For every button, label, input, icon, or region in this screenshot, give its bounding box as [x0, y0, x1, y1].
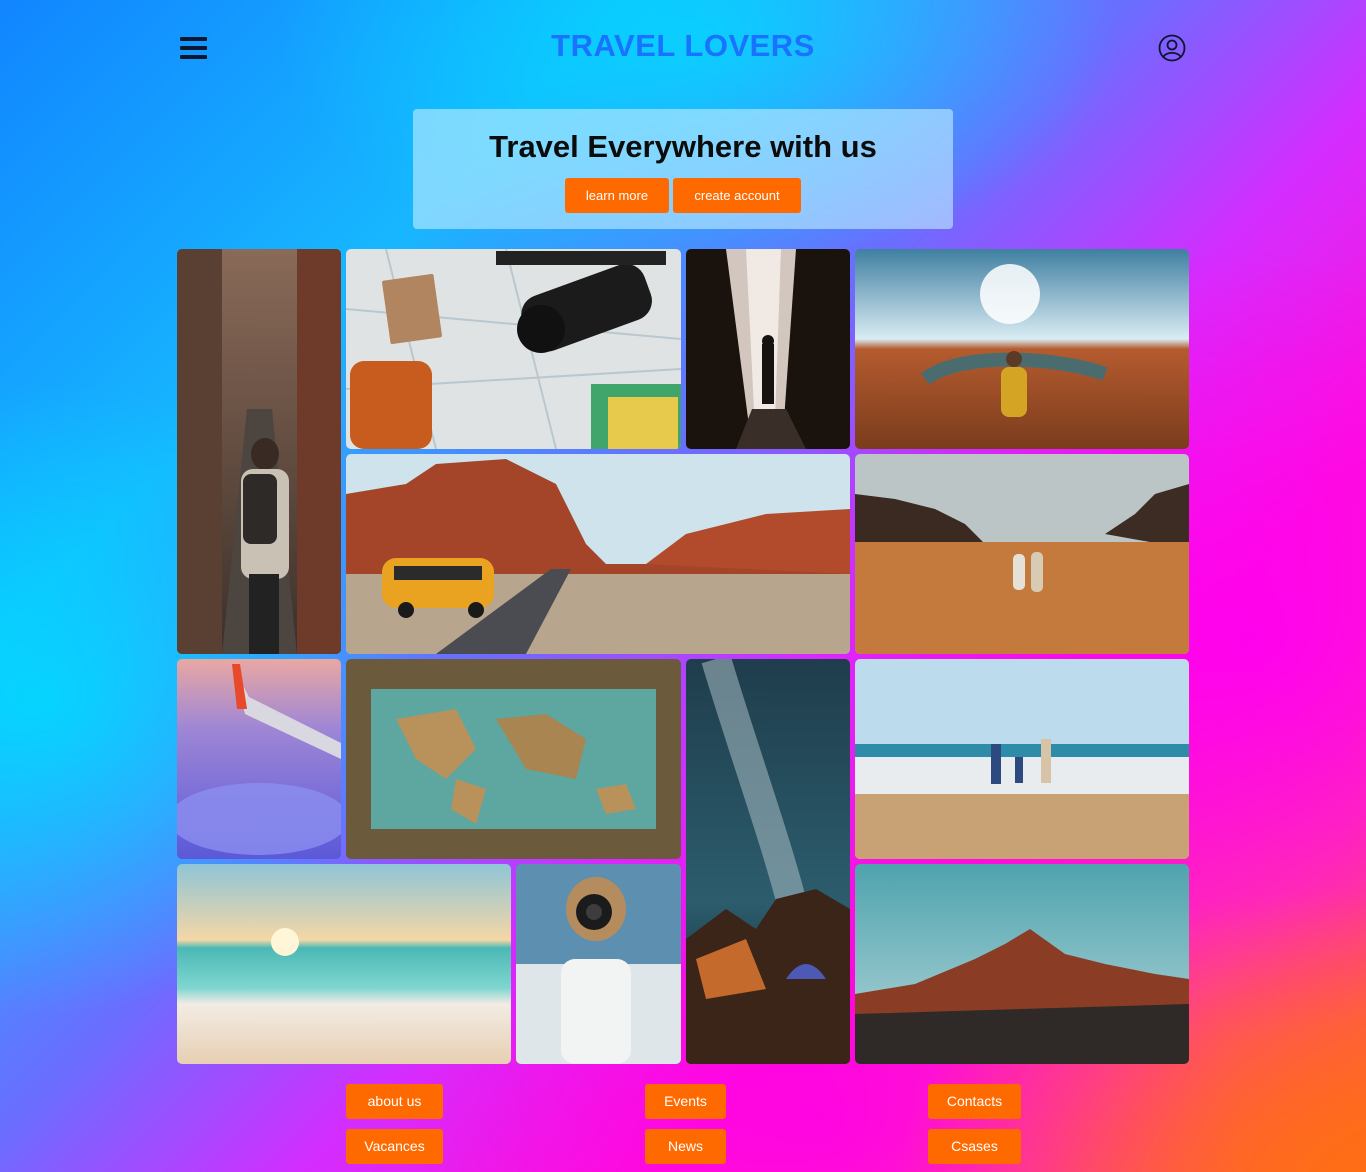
photo-milky-way-camping[interactable] — [686, 659, 850, 1064]
hero-title: Travel Everywhere with us — [489, 129, 877, 164]
footer-link-vacances[interactable]: Vacances — [346, 1129, 443, 1164]
footer-link-news[interactable]: News — [645, 1129, 726, 1164]
photo-world-map-money[interactable] — [346, 659, 681, 859]
photo-sunset-beach[interactable] — [177, 864, 511, 1064]
photo-airplane-wing-clouds[interactable] — [177, 659, 341, 859]
photo-map-camera-field-notes[interactable] — [346, 249, 681, 449]
photo-horseshoe-bend-hiker[interactable] — [855, 249, 1189, 449]
footer-link-about-us[interactable]: about us — [346, 1084, 443, 1119]
footer-link-csases[interactable]: Csases — [928, 1129, 1021, 1164]
photo-photographer-camera[interactable] — [516, 864, 681, 1064]
photo-desert-couple-walking[interactable] — [855, 454, 1189, 654]
photo-desert-road-yellow-van[interactable] — [346, 454, 850, 654]
photo-canyon-crevice-silhouette[interactable] — [686, 249, 850, 449]
photo-city-alley-backpacker[interactable] — [177, 249, 341, 654]
user-account-icon[interactable] — [1158, 34, 1186, 62]
photo-family-beach-waves[interactable] — [855, 659, 1189, 859]
footer-link-contacts[interactable]: Contacts — [928, 1084, 1021, 1119]
hero-banner: Travel Everywhere with us learn more cre… — [413, 109, 953, 229]
create-account-button[interactable]: create account — [673, 178, 801, 213]
learn-more-button[interactable]: learn more — [565, 178, 669, 213]
footer-link-events[interactable]: Events — [645, 1084, 726, 1119]
photo-red-mountains[interactable] — [855, 864, 1189, 1064]
